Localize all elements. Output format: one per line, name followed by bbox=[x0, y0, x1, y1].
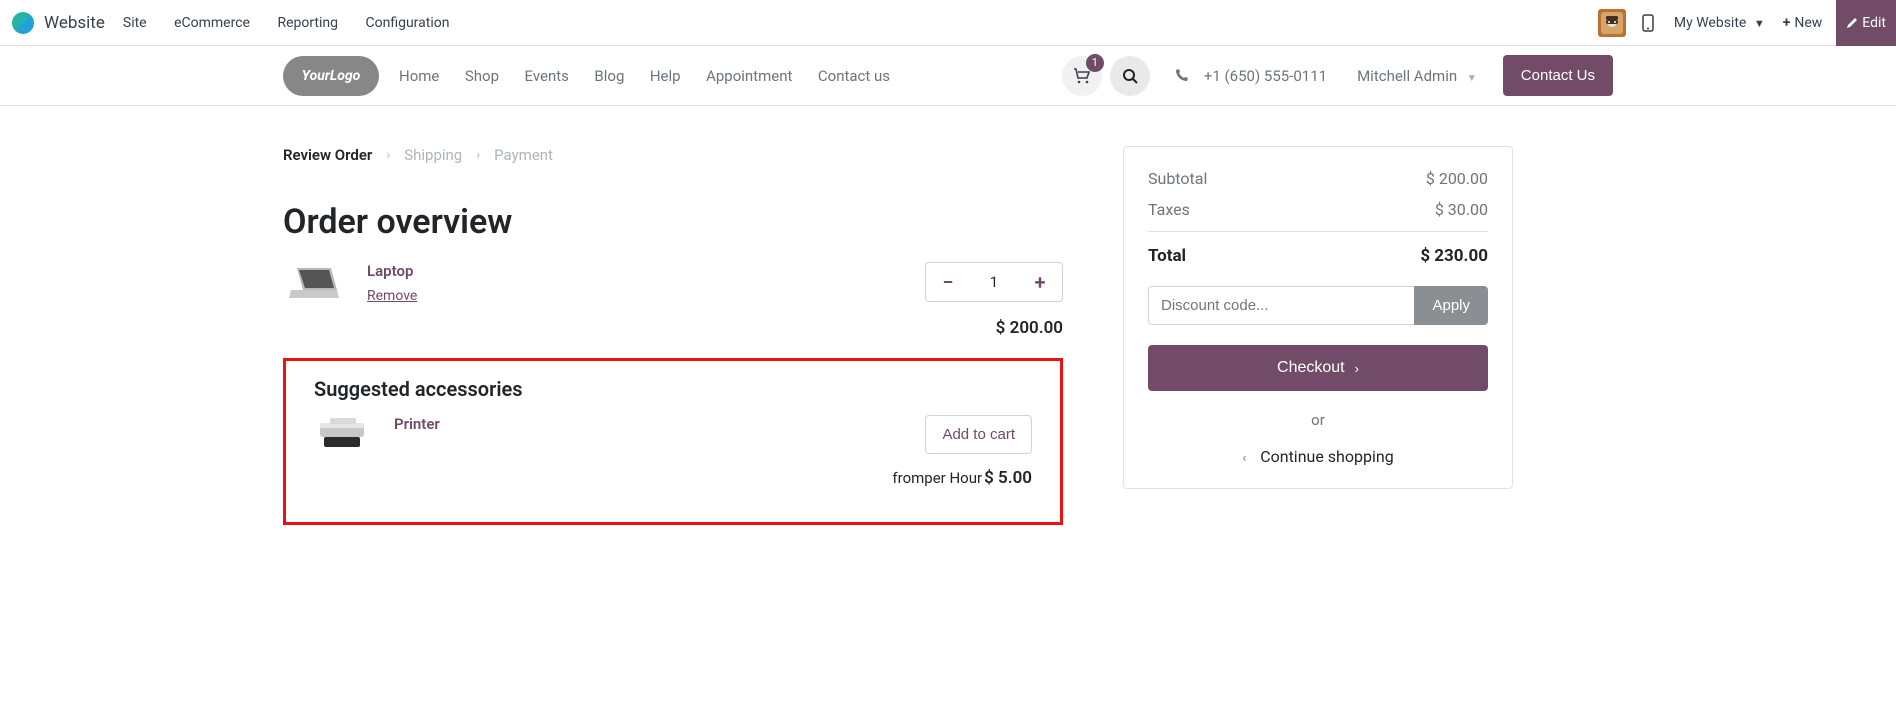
site-selector[interactable]: My Website ▼ bbox=[1674, 15, 1765, 31]
checkout-wizard: Review Order › Shipping › Payment bbox=[283, 146, 1063, 164]
qty-increase-button[interactable]: + bbox=[1018, 270, 1062, 294]
nav-home[interactable]: Home bbox=[399, 67, 439, 85]
product-name[interactable]: Laptop bbox=[367, 262, 417, 280]
cart-badge: 1 bbox=[1086, 54, 1104, 72]
app-name[interactable]: Website bbox=[44, 13, 105, 33]
nav-shop[interactable]: Shop bbox=[465, 67, 499, 85]
step-shipping: Shipping bbox=[404, 146, 462, 164]
suggested-item: Printer Add to cart fromper Hour$ 5.00 bbox=[314, 415, 1032, 488]
nav-help[interactable]: Help bbox=[650, 67, 681, 85]
phone-icon bbox=[1174, 69, 1188, 83]
search-button[interactable] bbox=[1110, 56, 1150, 96]
avatar[interactable] bbox=[1598, 9, 1626, 37]
suggested-title: Suggested accessories bbox=[314, 377, 1032, 401]
chevron-left-icon: ‹ bbox=[1242, 451, 1246, 466]
rental-price: $ 5.00 bbox=[984, 468, 1032, 488]
suggested-product-name[interactable]: Printer bbox=[394, 415, 440, 433]
or-divider: or bbox=[1148, 411, 1488, 429]
site-selector-label: My Website bbox=[1674, 15, 1746, 31]
rental-price-line: fromper Hour$ 5.00 bbox=[892, 468, 1032, 488]
caret-down-icon: ▼ bbox=[1467, 73, 1477, 84]
taxes-label: Taxes bbox=[1148, 200, 1190, 219]
chevron-right-icon: › bbox=[476, 148, 480, 163]
contact-us-button[interactable]: Contact Us bbox=[1503, 55, 1613, 96]
caret-down-icon: ▼ bbox=[1754, 17, 1765, 30]
continue-shopping-label: Continue shopping bbox=[1260, 447, 1393, 466]
mobile-preview-icon[interactable] bbox=[1642, 14, 1656, 32]
chevron-right-icon: › bbox=[1355, 361, 1359, 376]
site-logo[interactable]: YourLogo bbox=[283, 56, 379, 96]
discount-code-input[interactable] bbox=[1148, 286, 1414, 325]
admin-menus: Site eCommerce Reporting Configuration bbox=[123, 15, 474, 31]
checkout-button[interactable]: Checkout › bbox=[1148, 345, 1488, 391]
edit-label: Edit bbox=[1862, 15, 1886, 31]
avatar-icon bbox=[1601, 12, 1623, 34]
rental-from: from bbox=[892, 469, 924, 487]
remove-link[interactable]: Remove bbox=[367, 288, 417, 304]
continue-shopping-link[interactable]: ‹ Continue shopping bbox=[1148, 447, 1488, 466]
apply-button[interactable]: Apply bbox=[1414, 286, 1488, 325]
qty-value[interactable]: 1 bbox=[970, 273, 1018, 291]
product-thumbnail bbox=[283, 262, 343, 306]
subtotal-value: $ 200.00 bbox=[1426, 169, 1488, 188]
step-payment: Payment bbox=[494, 146, 553, 164]
search-icon bbox=[1122, 68, 1138, 84]
menu-site[interactable]: Site bbox=[123, 15, 147, 31]
site-nav: Home Shop Events Blog Help Appointment C… bbox=[399, 67, 912, 85]
menu-reporting[interactable]: Reporting bbox=[277, 15, 338, 31]
nav-blog[interactable]: Blog bbox=[594, 67, 624, 85]
checkout-label: Checkout bbox=[1277, 359, 1345, 377]
user-name: Mitchell Admin bbox=[1357, 67, 1457, 85]
total-label: Total bbox=[1148, 246, 1186, 266]
user-menu[interactable]: Mitchell Admin ▼ bbox=[1357, 67, 1477, 85]
taxes-value: $ 30.00 bbox=[1435, 200, 1488, 219]
cart-line: Laptop Remove − 1 + $ 200.00 bbox=[283, 262, 1063, 338]
add-to-cart-button[interactable]: Add to cart bbox=[925, 415, 1032, 454]
site-navbar: YourLogo Home Shop Events Blog Help Appo… bbox=[0, 46, 1896, 106]
line-price: $ 200.00 bbox=[803, 318, 1063, 338]
quantity-stepper: − 1 + bbox=[925, 262, 1063, 302]
plus-icon: + bbox=[1783, 15, 1791, 31]
suggested-accessories-box: Suggested accessories Printer Add to car… bbox=[283, 358, 1063, 525]
step-review[interactable]: Review Order bbox=[283, 146, 372, 164]
divider bbox=[1148, 231, 1488, 232]
admin-bar: Website Site eCommerce Reporting Configu… bbox=[0, 0, 1896, 46]
edit-button[interactable]: Edit bbox=[1836, 0, 1896, 46]
total-value: $ 230.00 bbox=[1420, 246, 1488, 266]
logo-text: YourLogo bbox=[302, 68, 361, 84]
qty-decrease-button[interactable]: − bbox=[926, 270, 970, 294]
new-button[interactable]: +New bbox=[1783, 15, 1823, 31]
cart-button[interactable]: 1 bbox=[1062, 56, 1102, 96]
laptop-icon bbox=[287, 264, 339, 304]
printer-icon bbox=[314, 415, 370, 455]
rental-unit: per Hour bbox=[924, 469, 982, 487]
menu-ecommerce[interactable]: eCommerce bbox=[174, 15, 250, 31]
nav-events[interactable]: Events bbox=[525, 67, 569, 85]
phone-number[interactable]: +1 (650) 555-0111 bbox=[1204, 67, 1327, 85]
page-title: Order overview bbox=[283, 202, 1063, 242]
pencil-icon bbox=[1846, 17, 1858, 29]
subtotal-label: Subtotal bbox=[1148, 169, 1207, 188]
chevron-right-icon: › bbox=[386, 148, 390, 163]
cart-icon bbox=[1073, 68, 1091, 84]
order-summary: Subtotal $ 200.00 Taxes $ 30.00 Total $ … bbox=[1123, 146, 1513, 489]
app-logo-icon bbox=[12, 12, 34, 34]
menu-configuration[interactable]: Configuration bbox=[366, 15, 450, 31]
nav-contact[interactable]: Contact us bbox=[818, 67, 890, 85]
nav-appointment[interactable]: Appointment bbox=[706, 67, 792, 85]
new-label: New bbox=[1794, 15, 1822, 31]
product-thumbnail bbox=[314, 415, 370, 455]
